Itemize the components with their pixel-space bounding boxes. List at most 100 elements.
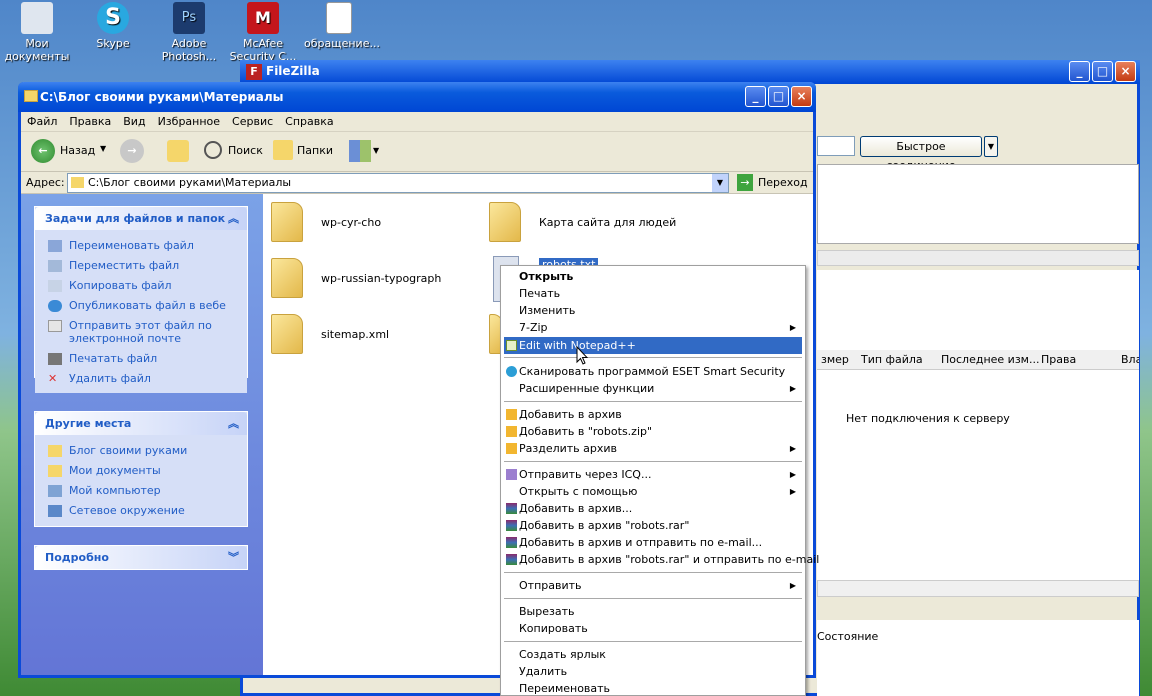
- details-header[interactable]: Подробно ︾: [35, 546, 247, 569]
- folder-icon[interactable]: [271, 314, 303, 354]
- address-value: C:\Блог своими руками\Материалы: [88, 176, 292, 189]
- folder-sitemap-xml[interactable]: sitemap.xml: [321, 328, 389, 341]
- search-icon[interactable]: [204, 141, 222, 159]
- column-owner[interactable]: Вла: [1121, 353, 1139, 366]
- menu-file[interactable]: Файл: [21, 112, 63, 131]
- column-size[interactable]: змер: [821, 353, 849, 366]
- quickconnect-button[interactable]: Быстрое соединение: [860, 136, 982, 172]
- place-my-computer[interactable]: Мой компьютер: [45, 481, 247, 501]
- port-field[interactable]: [817, 136, 855, 156]
- menu-help[interactable]: Справка: [279, 112, 339, 131]
- column-permissions[interactable]: Права: [1041, 353, 1076, 366]
- menu-edit[interactable]: Изменить: [504, 302, 802, 319]
- menu-edit[interactable]: Правка: [63, 112, 117, 131]
- task-publish-web[interactable]: Опубликовать файл в вебе: [45, 296, 247, 316]
- expand-icon[interactable]: ︾: [228, 546, 239, 569]
- place-network[interactable]: Сетевое окружение: [45, 501, 247, 521]
- menu-add-zip[interactable]: Добавить в "robots.zip": [504, 423, 802, 440]
- desktop-icon-mcafee[interactable]: M McAfee Security C...: [228, 2, 298, 63]
- address-dropdown-icon[interactable]: ▼: [712, 174, 728, 192]
- task-email-file[interactable]: Отправить этот файл по электронной почте: [45, 316, 247, 349]
- folder-icon[interactable]: [489, 202, 521, 242]
- icq-icon: [506, 469, 517, 480]
- folder-sitemap-people[interactable]: Карта сайта для людей: [539, 216, 676, 229]
- message-log: [817, 164, 1139, 244]
- queue-status-column[interactable]: Состояние: [817, 630, 878, 643]
- back-arrow-icon[interactable]: ←: [31, 139, 55, 163]
- queue-pane: Состояние: [817, 620, 1139, 696]
- task-print-file[interactable]: Печатать файл: [45, 349, 247, 369]
- folder-wp-russian-typograph[interactable]: wp-russian-typograph: [321, 272, 441, 285]
- folder-icon[interactable]: [271, 202, 303, 242]
- menu-favorites[interactable]: Избранное: [152, 112, 226, 131]
- back-button[interactable]: Назад: [60, 144, 95, 157]
- filezilla-icon: F: [246, 64, 262, 80]
- menu-view[interactable]: Вид: [117, 112, 151, 131]
- menu-open[interactable]: Открыть: [504, 268, 802, 285]
- other-places-panel: Другие места ︽ Блог своими руками Мои док…: [34, 411, 248, 527]
- task-rename-file[interactable]: Переименовать файл: [45, 236, 247, 256]
- menu-label: 7-Zip: [519, 321, 548, 334]
- menu-7zip[interactable]: 7-Zip ▶: [504, 319, 802, 336]
- place-my-documents[interactable]: Мои документы: [45, 461, 247, 481]
- folders-button[interactable]: Папки: [297, 144, 333, 157]
- filezilla-titlebar[interactable]: F FileZilla _ □ ×: [240, 60, 1140, 84]
- menu-tools[interactable]: Сервис: [226, 112, 279, 131]
- up-folder-icon[interactable]: [167, 140, 189, 162]
- quickconnect-dropdown[interactable]: ▼: [984, 136, 998, 157]
- folder-wp-cyr-cho[interactable]: wp-cyr-cho: [321, 216, 381, 229]
- minimize-button[interactable]: _: [745, 86, 766, 107]
- folder-icon[interactable]: [271, 258, 303, 298]
- close-button[interactable]: ×: [791, 86, 812, 107]
- menu-rar-add[interactable]: Добавить в архив...: [504, 500, 802, 517]
- menu-delete[interactable]: Удалить: [504, 663, 802, 680]
- menu-send-icq[interactable]: Отправить через ICQ... ▶: [504, 466, 802, 483]
- views-icon[interactable]: [349, 140, 371, 162]
- menu-advanced[interactable]: Расширенные функции ▶: [504, 380, 802, 397]
- explorer-titlebar[interactable]: C:\Блог своими руками\Материалы _ □ ×: [18, 82, 816, 112]
- minimize-button[interactable]: _: [1069, 61, 1090, 82]
- menu-separator: [504, 641, 802, 642]
- close-button[interactable]: ×: [1115, 61, 1136, 82]
- maximize-button[interactable]: □: [1092, 61, 1113, 82]
- menu-cut[interactable]: Вырезать: [504, 603, 802, 620]
- menu-copy[interactable]: Копировать: [504, 620, 802, 637]
- place-blog[interactable]: Блог своими руками: [45, 441, 247, 461]
- menu-split-archive[interactable]: Разделить архив ▶: [504, 440, 802, 457]
- menu-rar-add-named[interactable]: Добавить в архив "robots.rar": [504, 517, 802, 534]
- maximize-button[interactable]: □: [768, 86, 789, 107]
- address-input[interactable]: C:\Блог своими руками\Материалы ▼: [67, 173, 729, 193]
- menu-rar-add-email[interactable]: Добавить в архив и отправить по e-mail..…: [504, 534, 802, 551]
- menu-rename[interactable]: Переименовать: [504, 680, 802, 696]
- search-button[interactable]: Поиск: [228, 144, 263, 157]
- column-type[interactable]: Тип файла: [861, 353, 923, 366]
- column-modified[interactable]: Последнее изм...: [941, 353, 1039, 366]
- forward-arrow-icon[interactable]: →: [120, 139, 144, 163]
- desktop-icon-skype[interactable]: S Skype: [78, 2, 148, 50]
- horizontal-scrollbar[interactable]: [817, 580, 1139, 597]
- menu-separator: [504, 572, 802, 573]
- views-dropdown-icon[interactable]: ▼: [373, 146, 379, 155]
- task-copy-file[interactable]: Копировать файл: [45, 276, 247, 296]
- file-tasks-header[interactable]: Задачи для файлов и папок ︽: [35, 207, 247, 230]
- back-dropdown-icon[interactable]: ▼: [100, 144, 106, 153]
- menu-send-to[interactable]: Отправить ▶: [504, 577, 802, 594]
- desktop-icon-my-documents[interactable]: Мои документы: [2, 2, 72, 63]
- menu-edit-notepadpp[interactable]: Edit with Notepad++: [504, 337, 802, 354]
- menu-create-shortcut[interactable]: Создать ярлык: [504, 646, 802, 663]
- menu-rar-add-named-email[interactable]: Добавить в архив "robots.rar" и отправит…: [504, 551, 819, 568]
- task-delete-file[interactable]: ✕ Удалить файл: [45, 369, 247, 389]
- remote-path-bar[interactable]: [817, 250, 1139, 266]
- menu-print[interactable]: Печать: [504, 285, 802, 302]
- desktop-icon-document[interactable]: обращение...: [304, 2, 380, 50]
- menu-open-with[interactable]: Открыть с помощью ▶: [504, 483, 802, 500]
- collapse-icon[interactable]: ︽: [228, 207, 239, 230]
- task-move-file[interactable]: Переместить файл: [45, 256, 247, 276]
- other-places-header[interactable]: Другие места ︽: [35, 412, 247, 435]
- menu-add-archive[interactable]: Добавить в архив: [504, 406, 802, 423]
- desktop-icon-photoshop[interactable]: Ps Adobe Photosh...: [154, 2, 224, 63]
- go-arrow-icon[interactable]: →: [737, 174, 753, 191]
- go-button[interactable]: Переход: [758, 176, 808, 189]
- menu-eset-scan[interactable]: Сканировать программой ESET Smart Securi…: [504, 363, 802, 380]
- collapse-icon[interactable]: ︽: [228, 412, 239, 435]
